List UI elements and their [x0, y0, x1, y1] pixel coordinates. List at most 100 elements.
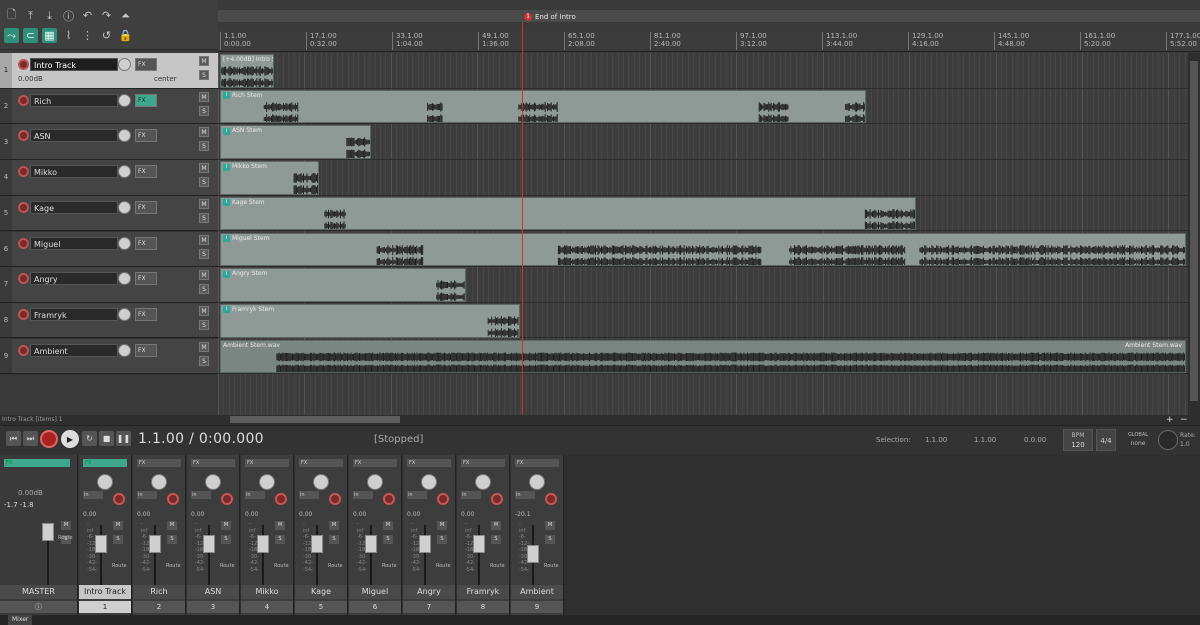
volume-knob[interactable]: [118, 129, 131, 143]
record-arm-button[interactable]: [18, 94, 29, 106]
marker-end-of-intro[interactable]: 1 End of Intro: [524, 12, 576, 22]
mute-button[interactable]: M: [199, 270, 209, 281]
horizontal-scrollbar[interactable]: [218, 415, 1200, 425]
mute-button[interactable]: M: [221, 521, 231, 530]
zoom-out-icon[interactable]: −: [1180, 415, 1188, 425]
record-arm-button[interactable]: [383, 493, 395, 505]
ripple-edit-icon[interactable]: ⤳: [4, 28, 19, 43]
vertical-scrollbar[interactable]: [1188, 53, 1200, 415]
global-automation[interactable]: GLOBAL none: [1120, 429, 1156, 451]
record-arm-button[interactable]: [18, 344, 29, 356]
solo-button[interactable]: S: [437, 535, 447, 544]
time-signature[interactable]: 4/4: [1096, 429, 1116, 451]
record-arm-button[interactable]: [18, 130, 29, 142]
metronome-icon[interactable]: ⏶: [118, 8, 133, 23]
track-name-field[interactable]: Intro Track: [30, 58, 118, 71]
solo-button[interactable]: S: [383, 535, 393, 544]
info-icon[interactable]: ⓘ: [61, 8, 76, 23]
volume-fader[interactable]: [527, 545, 539, 563]
zoom-in-icon[interactable]: +: [1166, 415, 1174, 425]
rate-knob[interactable]: [1158, 430, 1178, 450]
input-button[interactable]: in: [299, 491, 319, 499]
input-button[interactable]: in: [461, 491, 481, 499]
fx-button[interactable]: FX: [299, 459, 343, 467]
fx-button[interactable]: FX: [137, 459, 181, 467]
mute-button[interactable]: M: [199, 305, 209, 316]
mute-button[interactable]: M: [199, 91, 209, 102]
route-button[interactable]: Route: [166, 563, 181, 569]
region-marker-bar[interactable]: [218, 10, 1200, 22]
solo-button[interactable]: S: [221, 535, 231, 544]
media-item[interactable]: i Mikko Stem: [220, 161, 319, 195]
route-button[interactable]: Route: [382, 563, 397, 569]
fx-button[interactable]: FX: [461, 459, 505, 467]
mute-button[interactable]: M: [491, 521, 501, 530]
volume-fader[interactable]: [419, 535, 431, 553]
mute-button[interactable]: M: [199, 163, 209, 174]
pan-knob[interactable]: [97, 474, 113, 490]
input-button[interactable]: in: [245, 491, 265, 499]
fx-button[interactable]: FX: [135, 129, 157, 143]
record-arm-button[interactable]: [545, 493, 557, 505]
track-name-field[interactable]: Miguel: [30, 236, 118, 250]
solo-button[interactable]: S: [199, 70, 209, 80]
pan-knob[interactable]: [367, 474, 383, 490]
record-arm-button[interactable]: [18, 201, 29, 213]
volume-knob[interactable]: [118, 200, 131, 214]
media-item[interactable]: i Kage Stem: [220, 196, 917, 231]
solo-button[interactable]: S: [199, 319, 209, 330]
track-8[interactable]: 8 Framryk FX M S: [0, 302, 218, 339]
record-arm-button[interactable]: [491, 493, 503, 505]
fx-button[interactable]: FX: [135, 236, 157, 250]
pause-button[interactable]: ❚❚: [116, 431, 131, 446]
media-item[interactable]: Ambient Stem.wav Ambient Stem.wav: [220, 339, 1186, 374]
media-item[interactable]: [+4.00dB] Intro S: [220, 54, 275, 88]
solo-button[interactable]: S: [199, 212, 209, 223]
fx-button[interactable]: FX: [135, 93, 157, 107]
record-arm-button[interactable]: [18, 237, 29, 249]
solo-button[interactable]: S: [113, 535, 123, 544]
mute-button[interactable]: M: [199, 234, 209, 245]
selection-end[interactable]: 1.1.00: [974, 436, 996, 444]
volume-fader[interactable]: [203, 535, 215, 553]
route-button[interactable]: Route: [274, 563, 289, 569]
master-fx-button[interactable]: FX: [4, 459, 70, 467]
solo-button[interactable]: S: [545, 535, 555, 544]
solo-button[interactable]: S: [199, 248, 209, 259]
go-to-end-button[interactable]: ⏭: [23, 431, 38, 446]
mute-button[interactable]: M: [199, 56, 209, 66]
input-button[interactable]: in: [407, 491, 427, 499]
undo-icon[interactable]: ↶: [80, 8, 95, 23]
mute-button[interactable]: M: [199, 127, 209, 138]
volume-fader[interactable]: [149, 535, 161, 553]
pan-knob[interactable]: [151, 474, 167, 490]
input-button[interactable]: in: [83, 491, 103, 499]
record-arm-button[interactable]: [437, 493, 449, 505]
volume-fader[interactable]: [473, 535, 485, 553]
mute-button[interactable]: M: [167, 521, 177, 530]
record-arm-button[interactable]: [329, 493, 341, 505]
mute-button[interactable]: M: [383, 521, 393, 530]
solo-button[interactable]: S: [167, 535, 177, 544]
media-item[interactable]: i Framryk Stem: [220, 303, 520, 338]
track-9[interactable]: 9 Ambient FX M S: [0, 338, 218, 375]
mute-button[interactable]: M: [275, 521, 285, 530]
track-name-field[interactable]: Kage: [30, 200, 118, 214]
fx-button[interactable]: FX: [135, 165, 157, 179]
fx-button[interactable]: FX: [135, 343, 157, 357]
locking-icon[interactable]: ⋮: [80, 28, 95, 43]
record-arm-button[interactable]: [18, 308, 29, 320]
route-button[interactable]: Route: [220, 563, 235, 569]
arrange-view[interactable]: [+4.00dB] Intro Si Rich Stem i ASN Stem i Mik…: [218, 53, 1188, 415]
solo-button[interactable]: S: [199, 284, 209, 295]
fx-button[interactable]: FX: [135, 272, 157, 286]
new-project-icon[interactable]: 🗋: [4, 8, 19, 23]
volume-fader[interactable]: [257, 535, 269, 553]
route-button[interactable]: Route: [490, 563, 505, 569]
track-1[interactable]: 1 Intro Track FX 0.00dB center M S: [0, 53, 218, 89]
fx-button[interactable]: FX: [191, 459, 235, 467]
redo-icon[interactable]: ↷: [99, 8, 114, 23]
track-name-field[interactable]: Angry: [30, 272, 118, 286]
track-4[interactable]: 4 Mikko FX M S: [0, 160, 218, 196]
pan-knob[interactable]: [421, 474, 437, 490]
